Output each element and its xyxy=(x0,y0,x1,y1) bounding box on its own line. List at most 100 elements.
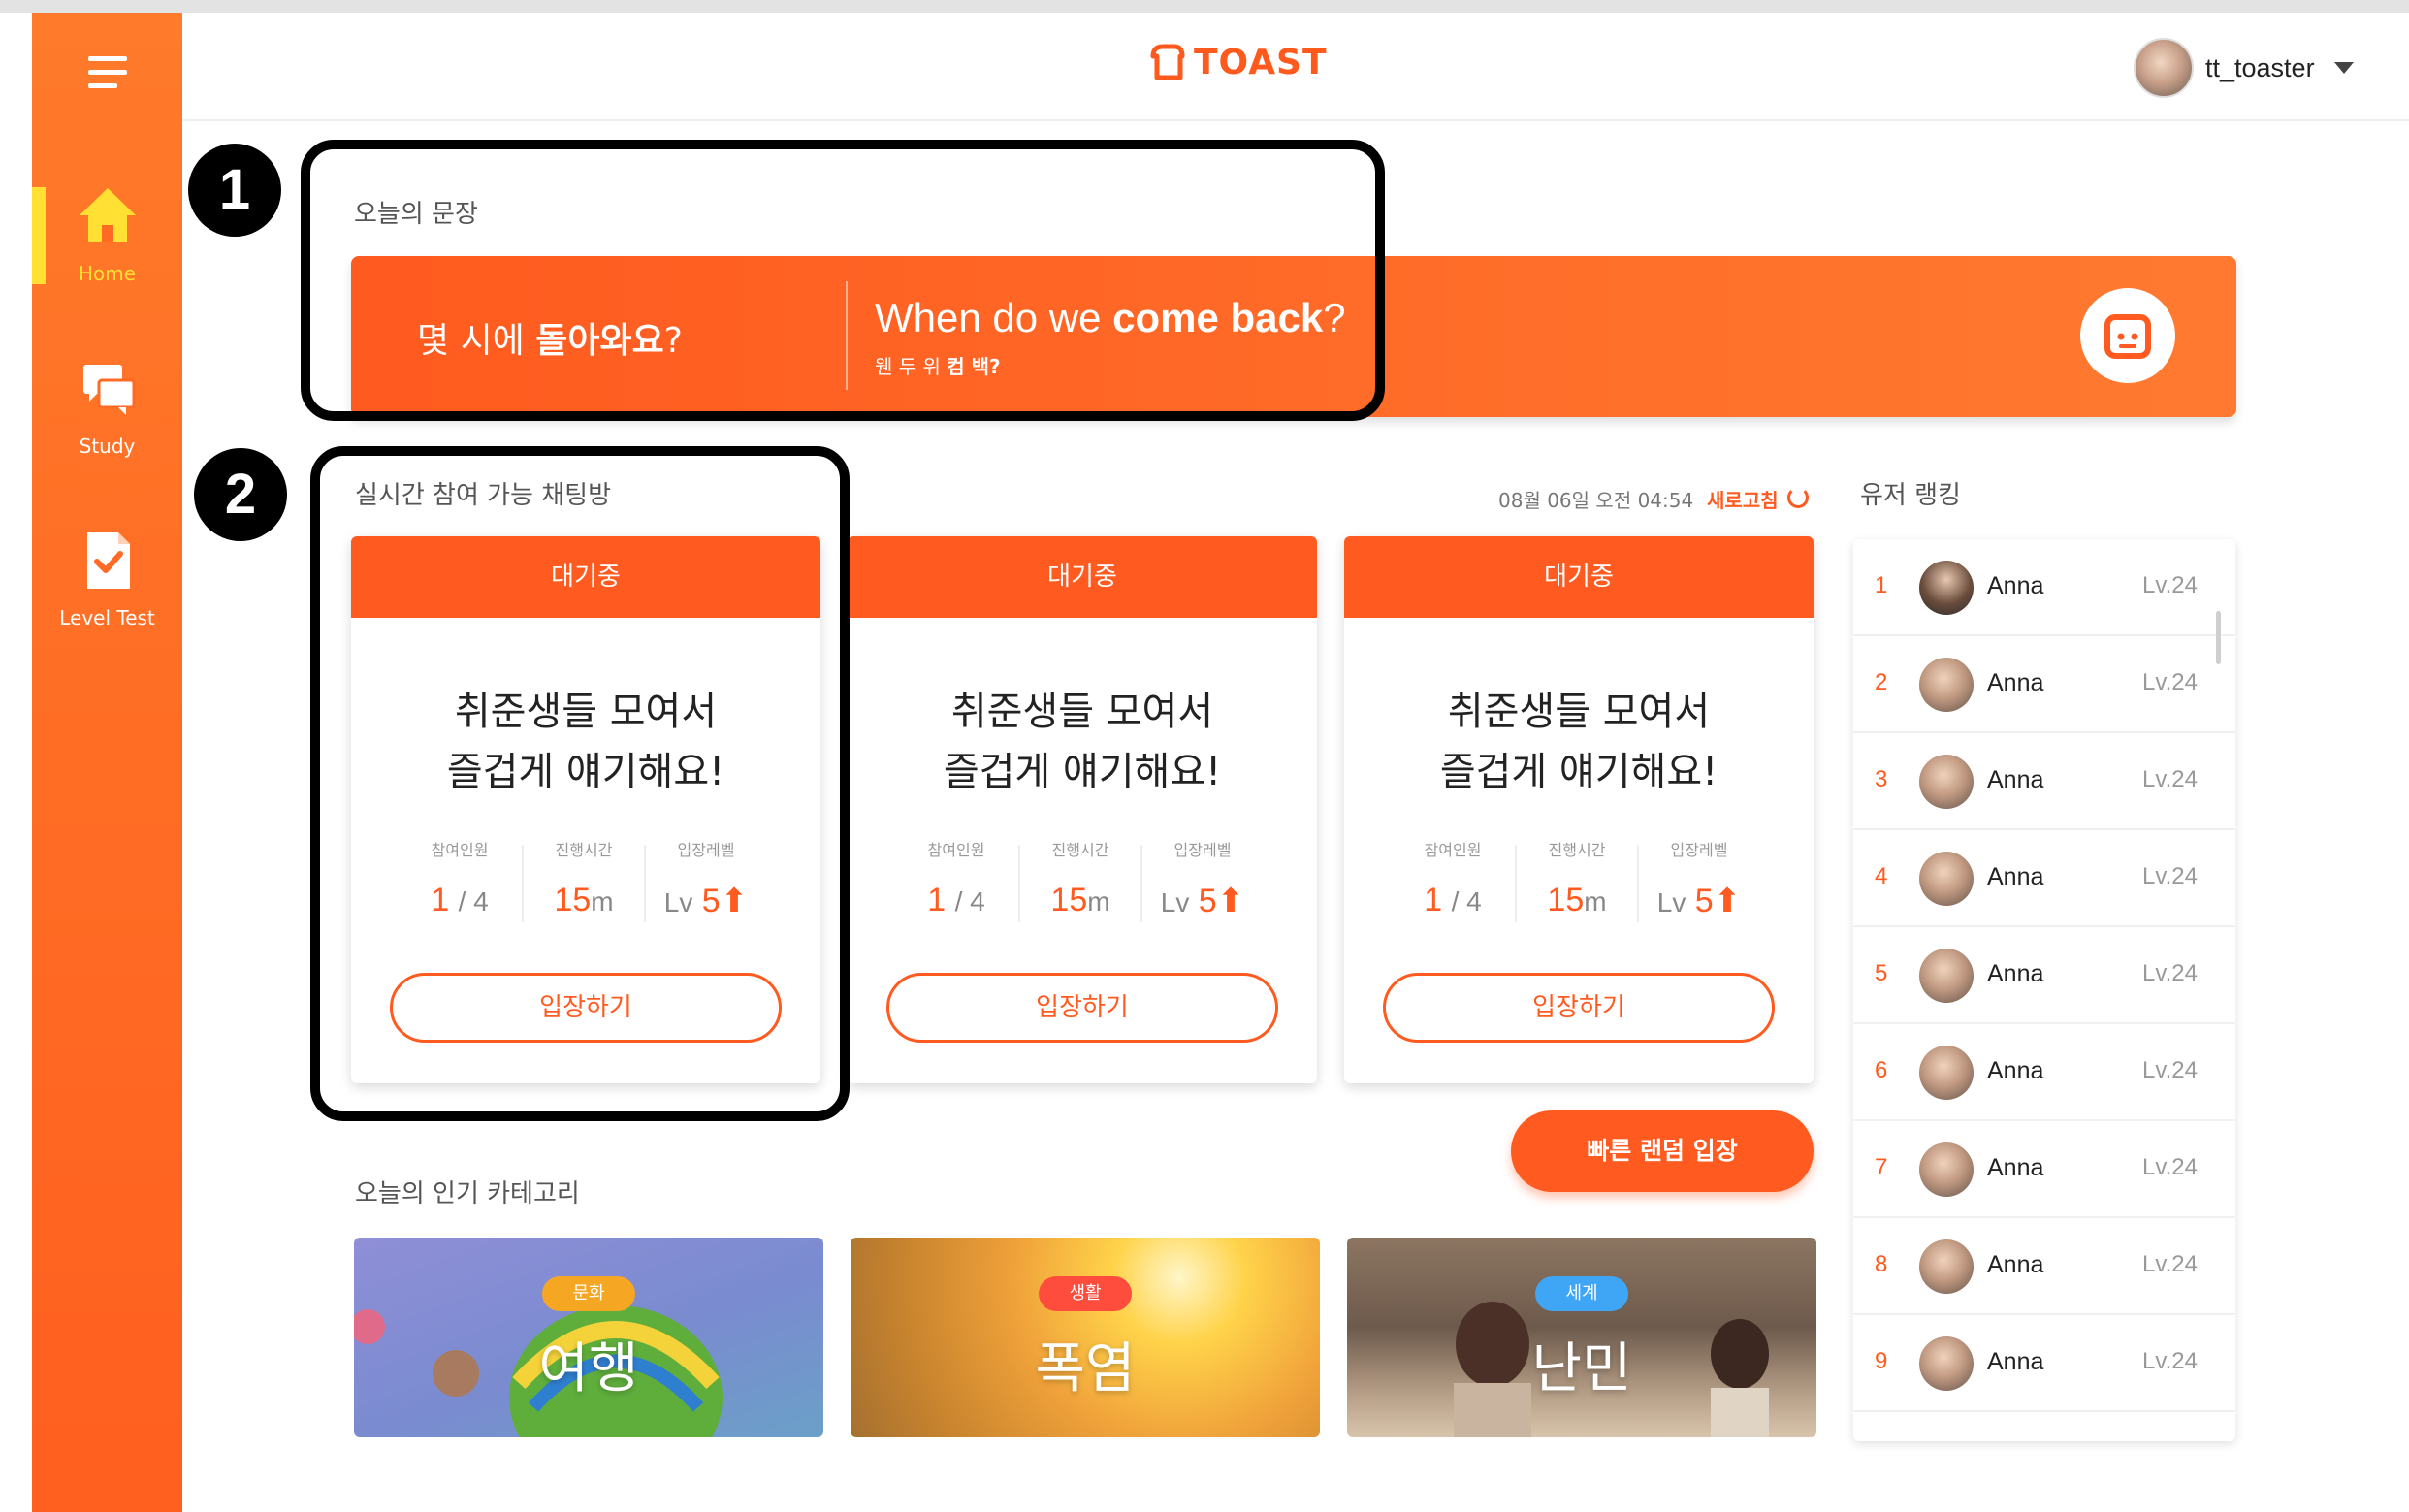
category-title: 난민 xyxy=(1531,1337,1632,1400)
rank-number: 4 xyxy=(1875,863,1888,889)
rank-level: Lv.24 xyxy=(2142,1348,2198,1374)
category-title: 여행 xyxy=(538,1337,639,1400)
avatar xyxy=(1919,1046,1974,1100)
rank-number: 1 xyxy=(1875,572,1888,598)
room-status: 대기중 xyxy=(1344,536,1814,618)
level-stat: 입장레벨 Lv 5⬆ xyxy=(1656,841,1742,919)
avatar xyxy=(2134,38,2194,98)
rank-level: Lv.24 xyxy=(2142,1251,2198,1277)
annotation-number-1: 1 xyxy=(188,144,281,237)
stat-divider xyxy=(1018,845,1020,922)
annotation-box-2 xyxy=(310,446,850,1121)
sidebar-item-label: Study xyxy=(79,434,136,458)
refresh-button[interactable]: 새로고침 xyxy=(1707,485,1779,513)
category-card-travel[interactable]: 문화 여행 xyxy=(354,1238,823,1437)
ranking-row[interactable]: 4 Anna Lv.24 xyxy=(1853,830,2235,927)
avatar xyxy=(1919,852,1974,906)
refresh-icon[interactable] xyxy=(1787,487,1809,508)
app-logo[interactable]: TOAST xyxy=(1149,41,1328,83)
annotation-number-2: 2 xyxy=(194,448,287,541)
ranking-row[interactable]: 5 Anna Lv.24 xyxy=(1853,927,2235,1024)
duration-stat: 진행시간 15m xyxy=(1050,841,1110,918)
rank-username: Anna xyxy=(1987,1251,2044,1278)
duration-stat: 진행시간 15m xyxy=(1547,841,1607,918)
ranking-row[interactable]: 7 Anna Lv.24 xyxy=(1853,1121,2235,1218)
category-badge: 문화 xyxy=(542,1276,635,1311)
rank-username: Anna xyxy=(1987,1154,2044,1181)
participants-stat: 참여인원 1 / 4 xyxy=(927,841,985,918)
avatar xyxy=(1919,658,1974,712)
rank-username: Anna xyxy=(1987,960,2044,987)
avatar xyxy=(1919,1336,1974,1391)
arrow-up-icon: ⬆ xyxy=(1713,883,1742,919)
rank-level: Lv.24 xyxy=(2142,1154,2198,1180)
category-badge: 세계 xyxy=(1535,1276,1628,1311)
participants-stat: 참여인원 1 / 4 xyxy=(1424,841,1482,918)
avatar xyxy=(1919,1142,1974,1197)
sidebar-item-label: Level Test xyxy=(59,606,155,629)
menu-icon[interactable] xyxy=(88,56,127,89)
sidebar-item-study[interactable]: Study xyxy=(32,347,182,464)
stat-divider xyxy=(1637,845,1639,922)
window-top-strip xyxy=(0,0,2409,13)
quick-random-enter-button[interactable]: 빠른 랜덤 입장 xyxy=(1511,1110,1814,1192)
rank-username: Anna xyxy=(1987,1348,2044,1375)
ranking-row[interactable]: 2 Anna Lv.24 xyxy=(1853,636,2235,733)
rank-number: 5 xyxy=(1875,960,1888,986)
ranking-row[interactable]: 1 Anna Lv.24 xyxy=(1853,539,2235,636)
categories-section-title: 오늘의 인기 카테고리 xyxy=(355,1179,580,1208)
avatar xyxy=(1919,561,1974,615)
rank-level: Lv.24 xyxy=(2142,669,2198,695)
category-card-heatwave[interactable]: 생활 폭염 xyxy=(851,1238,1320,1437)
chat-room-card[interactable]: 대기중 취준생들 모여서 즐겁게 얘기해요! 참여인원 1 / 4 진행시간 15… xyxy=(848,536,1317,1083)
last-updated-time: 08월 06일 오전 04:54 xyxy=(1498,489,1694,512)
rank-username: Anna xyxy=(1987,669,2044,696)
ranking-scrollbar[interactable] xyxy=(2216,611,2221,664)
username: tt_toaster xyxy=(2205,52,2315,82)
annotation-box-1 xyxy=(301,140,1385,421)
chat-bubbles-icon xyxy=(83,365,136,415)
enter-room-button[interactable]: 입장하기 xyxy=(1383,973,1775,1043)
chat-room-card[interactable]: 대기중 취준생들 모여서 즐겁게 얘기해요! 참여인원 1 / 4 진행시간 15… xyxy=(1344,536,1814,1083)
rank-level: Lv.24 xyxy=(2142,572,2198,598)
room-status: 대기중 xyxy=(848,536,1317,618)
rank-username: Anna xyxy=(1987,863,2044,890)
rank-level: Lv.24 xyxy=(2142,960,2198,986)
ranking-row[interactable]: 6 Anna Lv.24 xyxy=(1853,1024,2235,1121)
logo-text: TOAST xyxy=(1194,42,1328,82)
rank-number: 3 xyxy=(1875,766,1888,792)
arrow-up-icon: ⬆ xyxy=(1216,883,1245,919)
rank-username: Anna xyxy=(1987,1057,2044,1084)
user-menu[interactable]: tt_toaster xyxy=(2134,38,2354,98)
ranking-row[interactable]: 3 Anna Lv.24 xyxy=(1853,733,2235,830)
stat-divider xyxy=(1140,845,1142,922)
ranking-section-title: 유저 랭킹 xyxy=(1860,481,1961,510)
sidebar-item-home[interactable]: Home xyxy=(32,173,182,289)
rank-number: 6 xyxy=(1875,1057,1888,1083)
category-title: 폭염 xyxy=(1035,1337,1136,1400)
avatar xyxy=(1919,1239,1974,1294)
ranking-list[interactable]: 1 Anna Lv.24 2 Anna Lv.24 3 Anna Lv.24 4… xyxy=(1853,539,2235,1441)
rank-level: Lv.24 xyxy=(2142,1057,2198,1083)
avatar xyxy=(1919,755,1974,809)
sidebar-item-level-test[interactable]: Level Test xyxy=(32,517,182,633)
category-badge: 생활 xyxy=(1039,1276,1132,1311)
chatbot-icon[interactable] xyxy=(2080,288,2175,383)
rank-username: Anna xyxy=(1987,766,2044,793)
home-icon xyxy=(80,188,136,242)
rank-level: Lv.24 xyxy=(2142,863,2198,889)
rank-number: 7 xyxy=(1875,1154,1888,1180)
room-title: 취준생들 모여서 즐겁게 얘기해요! xyxy=(1439,690,1718,794)
ranking-row[interactable]: 9 Anna Lv.24 xyxy=(1853,1315,2235,1412)
checklist-icon xyxy=(87,532,130,589)
rank-number: 9 xyxy=(1875,1348,1888,1374)
category-card-refugees[interactable]: 세계 난민 xyxy=(1347,1238,1816,1437)
enter-room-button[interactable]: 입장하기 xyxy=(886,973,1278,1043)
ranking-row[interactable]: 8 Anna Lv.24 xyxy=(1853,1218,2235,1315)
toast-logo-icon xyxy=(1150,44,1185,80)
level-stat: 입장레벨 Lv 5⬆ xyxy=(1160,841,1245,919)
room-title: 취준생들 모여서 즐겁게 얘기해요! xyxy=(943,690,1222,794)
app-root: Home Study Level Test TOAST tt_toaster 오… xyxy=(0,0,2409,1512)
sidebar: Home Study Level Test xyxy=(32,13,182,1512)
rank-level: Lv.24 xyxy=(2142,766,2198,792)
